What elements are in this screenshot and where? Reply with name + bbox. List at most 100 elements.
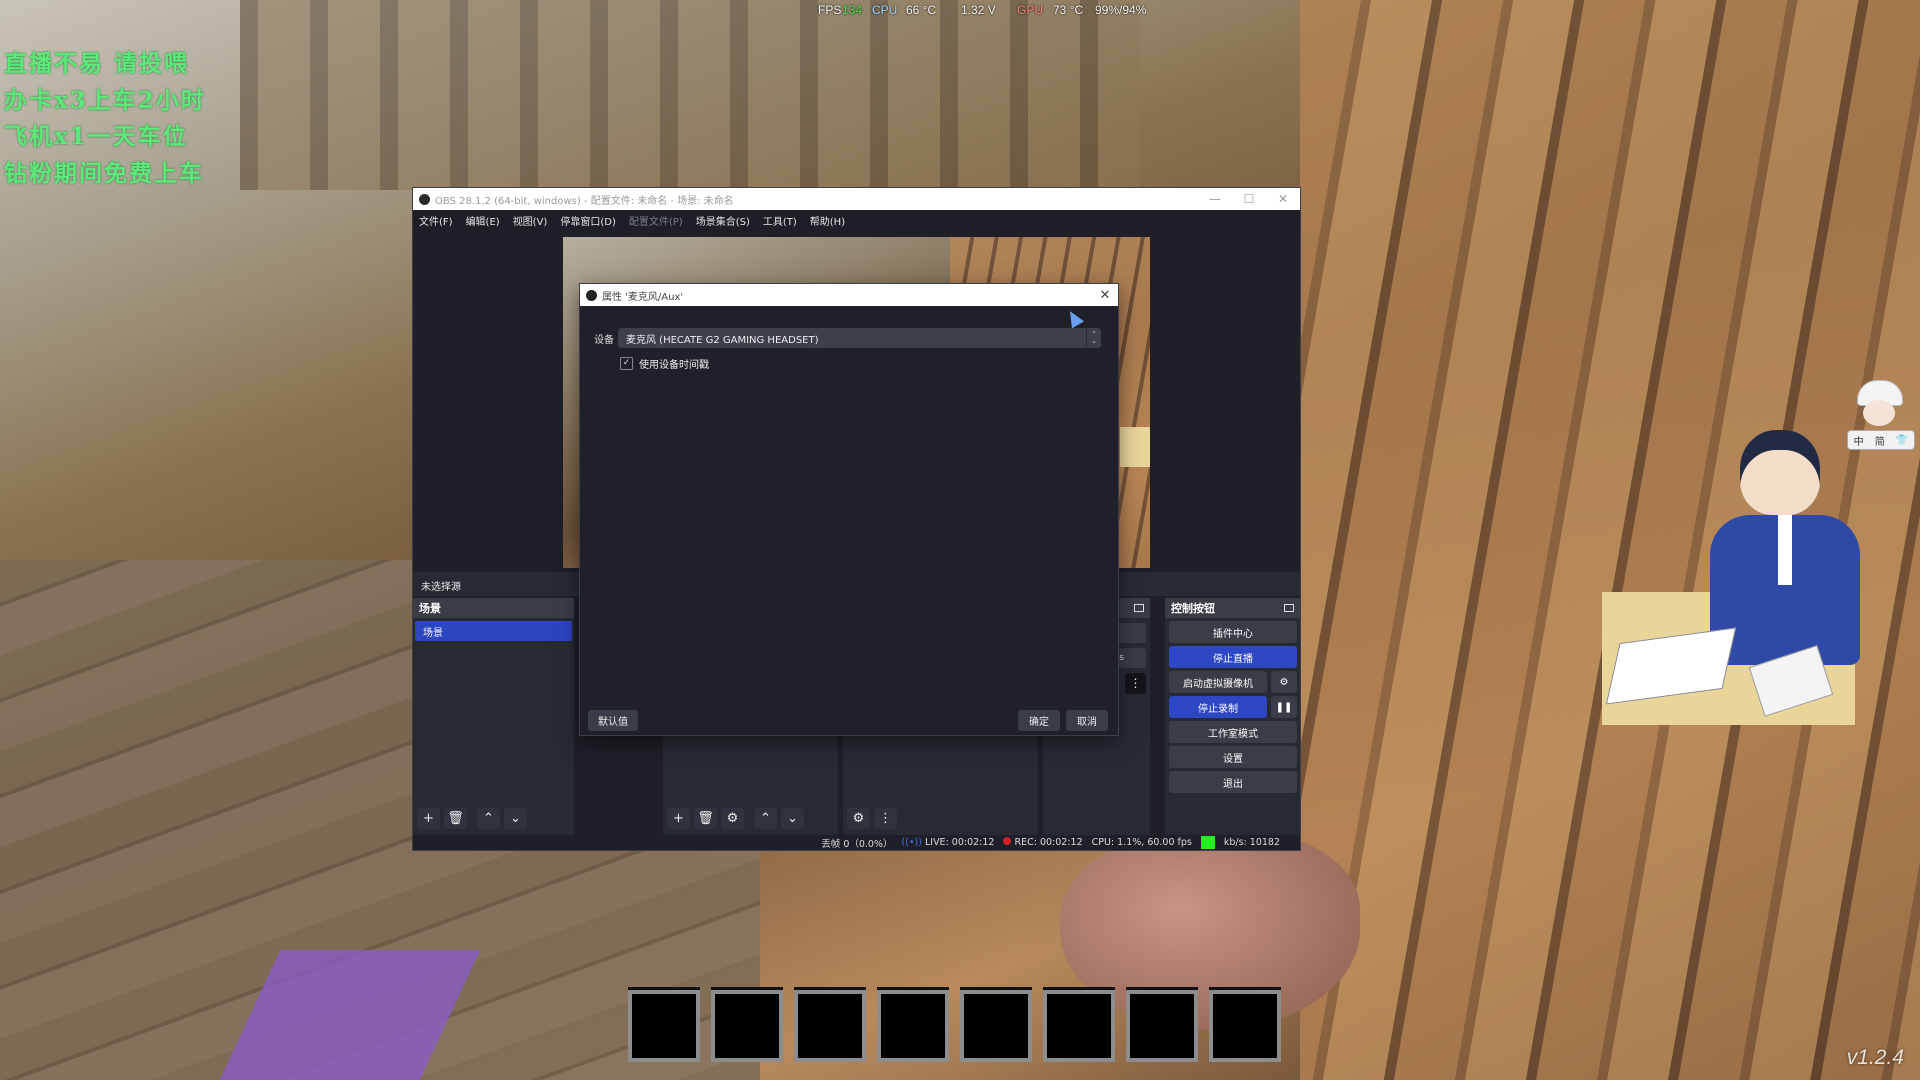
hotbar-slot[interactable]: [628, 990, 700, 1062]
gpu-temp: 73 °C: [1053, 3, 1084, 17]
move-source-down-button[interactable]: ⌄: [781, 808, 804, 829]
performance-hud: FPS 134 CPU 66 °C 1.32 V GPU 73 °C 99%/9…: [818, 3, 1146, 21]
use-timestamps-checkbox[interactable]: ✓: [620, 357, 633, 370]
hotbar-slot[interactable]: [1209, 990, 1281, 1062]
ok-button[interactable]: 确定: [1018, 710, 1060, 731]
version-label: v1.2.4: [1846, 1046, 1904, 1069]
audio-toolbar: ⚙ ⋮: [847, 808, 897, 829]
close-button[interactable]: ✕: [1266, 192, 1300, 206]
rec-timer: REC: 00:02:12: [1014, 837, 1083, 848]
stream-promo-text: 直播不易 请投喂 办卡x3上车2小时 飞机x1一天车位 钻粉期间免费上车: [4, 46, 206, 192]
float-dock-icon[interactable]: [1134, 604, 1144, 612]
sticker-tag-item: 简: [1874, 436, 1885, 448]
stop-streaming-button[interactable]: 停止直播: [1169, 646, 1297, 668]
hotbar-slot[interactable]: [960, 990, 1032, 1062]
fps-label: FPS: [818, 3, 842, 17]
menu-view[interactable]: 视图(V): [513, 213, 548, 228]
controls-dock: 控制按钮 插件中心 停止直播 启动虚拟摄像机 ⚙ 停止录制 ❚❚ 工作室模式 设…: [1165, 598, 1300, 835]
menu-docks[interactable]: 停靠窗口(D): [560, 213, 616, 228]
shirt-icon: 👕: [1895, 434, 1909, 446]
live-status: ((•)) LIVE: 00:02:12: [902, 837, 995, 848]
avatar-tie: [1778, 515, 1792, 585]
scene-list-item[interactable]: 场景: [415, 621, 572, 641]
start-virtual-camera-button[interactable]: 启动虚拟摄像机: [1169, 671, 1267, 693]
scenes-dock-title: 场景: [419, 602, 441, 615]
move-scene-up-button[interactable]: ⌃: [477, 808, 500, 829]
fps-value: 134: [842, 3, 863, 17]
hotbar-slot[interactable]: [877, 990, 949, 1062]
rec-status: REC: 00:02:12: [1003, 837, 1083, 848]
studio-mode-button[interactable]: 工作室模式: [1169, 721, 1297, 743]
face-icon: [1863, 400, 1895, 426]
dialog-close-button[interactable]: ✕: [1092, 288, 1118, 303]
device-select-value: 麦克风 (HECATE G2 GAMING HEADSET): [626, 334, 819, 346]
avatar-head: [1740, 430, 1820, 515]
scenes-dock-header: 场景: [413, 598, 574, 618]
cpu-label: CPU: [872, 3, 898, 17]
chevron-updown-icon: ⌃ ⌄: [1086, 328, 1101, 348]
dialog-titlebar[interactable]: 属性 '麦克风/Aux' ✕: [580, 284, 1118, 306]
move-scene-down-button[interactable]: ⌄: [504, 808, 527, 829]
hotbar-slot[interactable]: [794, 990, 866, 1062]
exit-button[interactable]: 退出: [1169, 771, 1297, 793]
record-row: 停止录制 ❚❚: [1169, 696, 1297, 718]
menu-help[interactable]: 帮助(H): [810, 213, 845, 228]
defaults-button[interactable]: 默认值: [588, 710, 638, 731]
use-timestamps-label: 使用设备时间戳: [639, 360, 709, 371]
scenes-toolbar: + 🗑 ⌃ ⌄: [417, 808, 527, 829]
promo-line: 钻粉期间免费上车: [4, 159, 204, 187]
connection-health-indicator: [1200, 836, 1215, 849]
ship-ceiling: [240, 0, 1140, 190]
transition-menu-button[interactable]: ⋮: [1125, 673, 1146, 694]
remove-scene-button[interactable]: 🗑: [444, 808, 467, 829]
plugin-center-button[interactable]: 插件中心: [1169, 621, 1297, 643]
settings-button[interactable]: 设置: [1169, 746, 1297, 768]
preview-avatar-desk: [1120, 427, 1150, 467]
float-dock-icon[interactable]: [1284, 604, 1294, 612]
move-source-up-button[interactable]: ⌃: [754, 808, 777, 829]
minimize-button[interactable]: —: [1198, 192, 1232, 206]
menu-profile: 配置文件(P): [628, 217, 683, 228]
add-source-button[interactable]: +: [667, 808, 690, 829]
menu-scene-collection[interactable]: 场景集合(S): [696, 213, 750, 228]
cancel-button[interactable]: 取消: [1066, 710, 1108, 731]
promo-line: 飞机x1一天车位: [4, 123, 188, 150]
source-properties-button[interactable]: ⚙: [721, 808, 744, 829]
hotbar-slot[interactable]: [711, 990, 783, 1062]
inventory-hotbar: [628, 990, 1281, 1062]
audio-menu-button[interactable]: ⋮: [874, 808, 897, 829]
stop-recording-button[interactable]: 停止录制: [1169, 696, 1267, 718]
cpu-fps: CPU: 1.1%, 60.00 fps: [1091, 837, 1192, 848]
virtual-camera-settings-gear-icon[interactable]: ⚙: [1271, 671, 1297, 693]
dialog-title: 属性 '麦克风/Aux': [602, 291, 684, 303]
menu-edit[interactable]: 编辑(E): [466, 213, 500, 228]
obs-titlebar[interactable]: OBS 28.1.2 (64-bit, windows) - 配置文件: 未命名…: [413, 188, 1300, 210]
cpu-temp: 66 °C: [906, 3, 937, 17]
record-dot-icon: [1003, 837, 1012, 845]
obs-logo-icon: [419, 193, 430, 205]
obs-window-title: OBS 28.1.2 (64-bit, windows) - 配置文件: 未命名…: [435, 195, 734, 207]
broadcast-icon: ((•)): [901, 837, 922, 848]
gpu-usage: 99%/94%: [1095, 3, 1147, 17]
use-timestamps-row[interactable]: ✓ 使用设备时间戳: [620, 356, 709, 371]
menu-file[interactable]: 文件(F): [419, 213, 453, 228]
cpu-voltage: 1.32 V: [961, 3, 996, 17]
virtual-cam-row: 启动虚拟摄像机 ⚙: [1169, 671, 1297, 693]
live-timer: LIVE: 00:02:12: [924, 837, 995, 848]
controls-dock-title: 控制按钮: [1171, 602, 1215, 615]
hotbar-slot[interactable]: [1126, 990, 1198, 1062]
device-row: 设备 麦克风 (HECATE G2 GAMING HEADSET) ⌃ ⌄: [594, 328, 1101, 348]
menu-bar: 文件(F) 编辑(E) 视图(V) 停靠窗口(D) 配置文件(P) 场景集合(S…: [413, 210, 1300, 231]
dropped-frames: 丢帧 0（0.0%）: [821, 838, 893, 850]
add-scene-button[interactable]: +: [417, 808, 440, 829]
advanced-audio-button[interactable]: ⚙: [847, 808, 870, 829]
remove-source-button[interactable]: 🗑: [694, 808, 717, 829]
maximize-button[interactable]: ☐: [1232, 192, 1266, 206]
hotbar-slot[interactable]: [1043, 990, 1115, 1062]
obs-logo-icon: [586, 289, 597, 301]
pause-recording-icon[interactable]: ❚❚: [1271, 696, 1297, 718]
menu-tools[interactable]: 工具(T): [763, 213, 797, 228]
device-select[interactable]: 麦克风 (HECATE G2 GAMING HEADSET) ⌃ ⌄: [618, 328, 1101, 348]
no-source-selected-label: 未选择源: [421, 582, 461, 593]
properties-dialog: 属性 '麦克风/Aux' ✕ 设备 麦克风 (HECATE G2 GAMING …: [580, 284, 1118, 735]
